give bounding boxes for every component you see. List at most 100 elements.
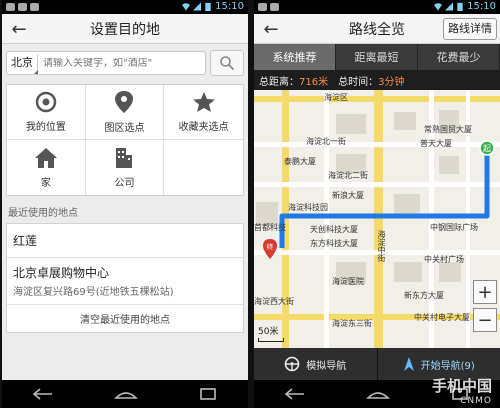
page-title: 设置目的地: [90, 21, 160, 38]
recent-item[interactable]: 红莲: [7, 224, 243, 258]
scale-bar: [258, 338, 284, 342]
clock: 15:10: [215, 1, 244, 12]
option-label: 公司: [114, 177, 135, 189]
distance-label: 总距离：: [259, 76, 299, 88]
map-label: 海淀北二街: [328, 171, 368, 180]
start-nav-label: 开始导航(9): [420, 360, 475, 372]
search-button[interactable]: [210, 50, 244, 76]
back-nav-icon[interactable]: [284, 388, 306, 400]
zoom-in-button[interactable]: +: [473, 280, 497, 304]
home-icon: [34, 147, 57, 168]
recent-apps-icon[interactable]: [198, 388, 218, 400]
minus-icon: −: [477, 309, 493, 331]
favorites-option[interactable]: 收藏夹选点: [164, 85, 243, 140]
notification-icon: [6, 3, 15, 11]
time-label: 总时间：: [338, 76, 379, 88]
map-label: 常熟国贸大厦: [424, 125, 472, 134]
search-row: 北京: [2, 48, 248, 78]
recent-list: 红莲 北京卓展购物中心 海淀区复兴路69号(近地铁五棵松站) 清空最近使用的地点: [6, 223, 244, 333]
quick-select-grid: 我的位置 图区选点 收藏夹选点 家 公司: [6, 84, 244, 196]
simulate-nav-button[interactable]: 模拟导航: [254, 348, 378, 380]
back-button[interactable]: ←: [8, 17, 30, 41]
notification-icon: [270, 3, 279, 11]
option-label: 图区选点: [104, 123, 145, 134]
home-nav-icon[interactable]: [114, 388, 138, 400]
title-bar: ← 路线全览 路线详情: [254, 14, 500, 44]
scale-label: 50米: [258, 327, 279, 337]
empty-cell: [164, 140, 243, 195]
tab-cheapest[interactable]: 花费最少: [418, 44, 500, 70]
clear-recent-button[interactable]: 清空最近使用的地点: [7, 305, 243, 332]
map-pin-icon: [115, 91, 134, 113]
arrow-left-icon: ←: [11, 18, 27, 40]
recent-item-address: 海淀区复兴路69号(近地铁五棵松站): [13, 287, 174, 298]
my-location-option[interactable]: 我的位置: [7, 85, 86, 140]
option-label: 我的位置: [25, 122, 66, 133]
target-icon: [35, 91, 57, 113]
map-label: 海淀东三街: [332, 319, 372, 328]
map-label: 中关村电子大厦: [414, 313, 470, 322]
search-icon: [220, 56, 235, 71]
city-selector[interactable]: 北京: [7, 55, 38, 74]
back-button[interactable]: ←: [260, 17, 282, 41]
notification-icon: [30, 3, 39, 11]
watermark-main: 手机中国: [431, 377, 492, 395]
nav-arrow-icon: [403, 357, 414, 371]
status-bar: 15:10: [2, 0, 248, 14]
recent-section-label: 最近使用的地点: [8, 208, 78, 219]
home-nav-icon[interactable]: [366, 388, 390, 400]
recent-item-name: 北京卓展购物中心: [13, 266, 110, 280]
route-map[interactable]: 起 终 海淀区 常熟国贸大厦 海淀北一街 普天大厦 泰鹏大厦 海淀北二街 新浪大…: [254, 90, 500, 348]
steering-wheel-icon: [284, 356, 300, 372]
set-destination-screen: 15:10 ← 设置目的地 北京 我的位置: [2, 0, 248, 408]
status-bar: 15:10: [254, 0, 500, 14]
route-tabs: 系统推荐 距离最短 花费最少: [254, 44, 500, 70]
notification-icon: [258, 3, 267, 11]
search-box: 北京: [6, 51, 206, 75]
title-bar: ← 设置目的地: [2, 14, 248, 44]
recent-item[interactable]: 北京卓展购物中心 海淀区复兴路69号(近地铁五棵松站): [7, 258, 243, 305]
zoom-out-button[interactable]: −: [473, 308, 497, 332]
tab-recommended[interactable]: 系统推荐: [254, 44, 336, 70]
svg-text:起: 起: [483, 144, 491, 153]
home-option[interactable]: 家: [7, 140, 86, 195]
company-option[interactable]: 公司: [86, 140, 165, 195]
back-nav-icon[interactable]: [32, 388, 54, 400]
map-label: 海淀科技园: [288, 203, 328, 212]
map-scale: 50米: [258, 324, 284, 342]
map-label: 天创科技大厦: [310, 225, 358, 234]
route-detail-button[interactable]: 路线详情: [443, 18, 497, 40]
time-summary: 总时间：3分钟: [338, 73, 404, 88]
svg-text:终: 终: [267, 242, 274, 251]
route-overview-screen: 15:10 ← 路线全览 路线详情 系统推荐 距离最短 花费最少 总距离：716…: [254, 0, 500, 408]
city-label: 北京: [11, 56, 33, 69]
map-label: 普天大厦: [420, 139, 452, 148]
signal-icon: [193, 2, 202, 11]
search-input[interactable]: [38, 57, 205, 69]
battery-icon: [205, 2, 211, 11]
option-label: 收藏夹选点: [178, 122, 229, 133]
dropdown-corner-icon: [34, 70, 38, 74]
clock: 15:10: [467, 1, 496, 12]
distance-summary: 总距离：716米: [259, 73, 328, 88]
map-label: 东方科技大厦: [310, 239, 358, 248]
wifi-icon: [434, 3, 443, 11]
time-value: 3分钟: [378, 76, 405, 88]
map-point-option[interactable]: 图区选点: [85, 85, 165, 140]
option-label: 家: [40, 177, 51, 189]
map-label: 中钢国际广场: [430, 223, 478, 232]
tab-shortest[interactable]: 距离最短: [336, 44, 418, 70]
star-icon: [192, 92, 215, 112]
start-marker-icon: 起: [479, 140, 495, 156]
route-summary: 总距离：716米 总时间：3分钟: [254, 70, 500, 90]
map-label: 新东方大厦: [404, 291, 444, 300]
page-title: 路线全览: [349, 21, 405, 38]
map-label: 泰鹏大厦: [284, 157, 316, 166]
map-label: 海淀医院: [332, 277, 364, 286]
distance-value: 716米: [299, 76, 329, 88]
map-label: 海淀中街: [377, 230, 386, 262]
building-icon: [116, 147, 133, 168]
recent-item-name: 红莲: [13, 234, 38, 248]
end-marker-icon: 终: [263, 239, 277, 259]
battery-icon: [457, 2, 463, 11]
